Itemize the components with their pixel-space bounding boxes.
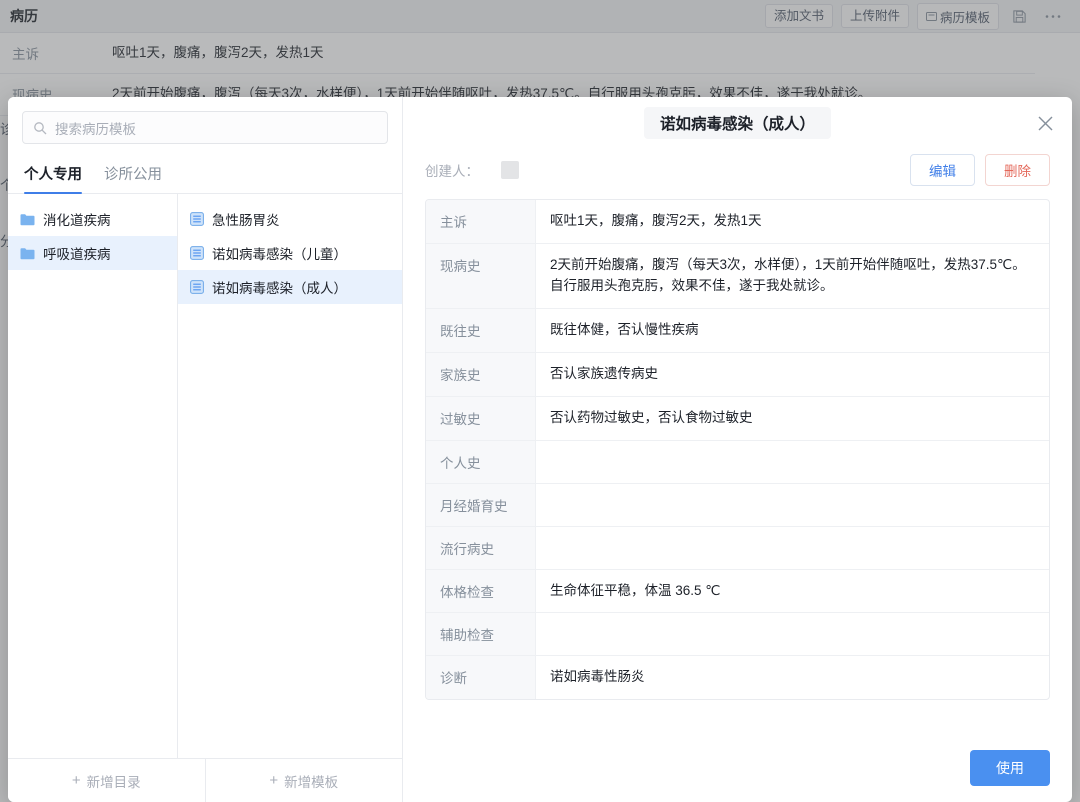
row-value: 2天前开始腹痛，腹泻（每天3次，水样便），1天前开始伴随呕吐，发热37.5℃。自… (550, 256, 1026, 293)
row-value: 生命体征平稳，体温 36.5 ℃ (550, 582, 721, 598)
plus-icon: + (71, 772, 81, 789)
table-row: 月经婚育史 (426, 483, 1049, 527)
table-row: 现病史 2天前开始腹痛，腹泻（每天3次，水样便），1天前开始伴随呕吐，发热37.… (426, 243, 1049, 309)
template-browser-pane: 搜索病历模板 个人专用 诊所公用 消化道疾病 呼吸道疾病 急性肠胃炎 诺如病毒感… (8, 97, 403, 802)
document-icon (190, 246, 204, 260)
template-item-label: 诺如病毒感染（成人） (212, 281, 347, 296)
table-row: 个人史 (426, 440, 1049, 484)
directory-item-respiratory[interactable]: 呼吸道疾病 (8, 236, 177, 270)
detail-body: 主诉 呕吐1天，腹痛，腹泻2天，发热1天 现病史 2天前开始腹痛，腹泻（每天3次… (403, 191, 1072, 734)
row-value: 否认药物过敏史，否认食物过敏史 (550, 409, 753, 425)
row-label: 体格检查 (426, 569, 536, 613)
row-label: 主诉 (426, 200, 536, 243)
document-icon (190, 280, 204, 294)
template-picker-dialog: 搜索病历模板 个人专用 诊所公用 消化道疾病 呼吸道疾病 急性肠胃炎 诺如病毒感… (8, 97, 1072, 802)
table-row: 辅助检查 (426, 613, 1049, 657)
table-row: 主诉 呕吐1天，腹痛，腹泻2天，发热1天 (426, 200, 1049, 244)
row-label: 流行病史 (426, 526, 536, 569)
row-value: 否认家族遗传病史 (550, 365, 658, 381)
row-label: 过敏史 (426, 396, 536, 440)
add-directory-button[interactable]: + 新增目录 (8, 759, 205, 802)
template-item-norovirus-adult[interactable]: 诺如病毒感染（成人） (178, 270, 402, 304)
detail-title: 诺如病毒感染（成人） (643, 107, 831, 139)
row-label: 现病史 (426, 243, 536, 308)
row-value: 呕吐1天，腹痛，腹泻2天，发热1天 (550, 213, 762, 228)
template-item-norovirus-child[interactable]: 诺如病毒感染（儿童） (178, 236, 402, 270)
directory-list: 消化道疾病 呼吸道疾病 (8, 194, 178, 758)
folder-icon (20, 247, 35, 260)
detail-table: 主诉 呕吐1天，腹痛，腹泻2天，发热1天 现病史 2天前开始腹痛，腹泻（每天3次… (425, 199, 1050, 701)
row-value (536, 441, 1049, 483)
use-template-button[interactable]: 使用 (970, 750, 1050, 786)
add-template-label: 新增模板 (284, 774, 339, 790)
row-label: 既往史 (426, 308, 536, 352)
search-icon (33, 121, 47, 135)
folder-icon (20, 213, 35, 226)
delete-button[interactable]: 删除 (985, 154, 1050, 186)
directory-item-label: 消化道疾病 (43, 213, 111, 228)
template-item-label: 急性肠胃炎 (212, 213, 280, 228)
add-directory-label: 新增目录 (86, 774, 141, 790)
row-label: 个人史 (426, 440, 536, 483)
row-value (536, 484, 1049, 526)
browser-columns: 消化道疾病 呼吸道疾病 急性肠胃炎 诺如病毒感染（儿童） 诺如病毒感染（成人） (8, 194, 402, 758)
document-icon (190, 212, 204, 226)
detail-footer: 使用 (403, 734, 1072, 802)
detail-actions: 编辑 删除 (910, 154, 1050, 186)
table-row: 体格检查 生命体征平稳，体温 36.5 ℃ (426, 569, 1049, 614)
row-label: 辅助检查 (426, 613, 536, 656)
template-scope-tabs: 个人专用 诊所公用 (8, 154, 402, 194)
table-row: 流行病史 (426, 526, 1049, 570)
table-row: 过敏史 否认药物过敏史，否认食物过敏史 (426, 396, 1049, 441)
row-label: 月经婚育史 (426, 483, 536, 526)
row-value (536, 527, 1049, 569)
search-placeholder: 搜索病历模板 (55, 121, 136, 137)
directory-item-digestive[interactable]: 消化道疾病 (8, 202, 177, 236)
table-row: 诊断 诺如病毒性肠炎 (426, 656, 1049, 700)
browser-footer: + 新增目录 + 新增模板 (8, 758, 402, 802)
table-row: 家族史 否认家族遗传病史 (426, 352, 1049, 397)
edit-button[interactable]: 编辑 (910, 154, 975, 186)
row-label: 家族史 (426, 352, 536, 396)
table-row: 既往史 既往体健，否认慢性疾病 (426, 308, 1049, 353)
detail-header: 诺如病毒感染（成人） (403, 97, 1072, 149)
row-value: 诺如病毒性肠炎 (550, 669, 645, 685)
search-input[interactable]: 搜索病历模板 (22, 111, 388, 144)
row-value: 既往体健，否认慢性疾病 (550, 321, 699, 337)
tab-personal[interactable]: 个人专用 (24, 163, 82, 194)
directory-item-label: 呼吸道疾病 (43, 247, 111, 262)
template-item-acute-gastroenteritis[interactable]: 急性肠胃炎 (178, 202, 402, 236)
template-item-label: 诺如病毒感染（儿童） (212, 247, 347, 262)
row-label: 诊断 (426, 656, 536, 700)
template-detail-pane: 诺如病毒感染（成人） 创建人： 编辑 删除 主诉 呕吐1天，腹痛，腹泻2天，发热… (403, 97, 1072, 802)
creator-label: 创建人： (425, 164, 479, 179)
creator-value-masked (501, 161, 519, 179)
tab-clinic-shared[interactable]: 诊所公用 (104, 163, 162, 193)
creator-row: 创建人： 编辑 删除 (403, 149, 1072, 191)
template-list: 急性肠胃炎 诺如病毒感染（儿童） 诺如病毒感染（成人） (178, 194, 402, 758)
close-icon[interactable] (1037, 115, 1054, 132)
add-template-button[interactable]: + 新增模板 (204, 759, 403, 802)
row-value (536, 613, 1049, 655)
search-section: 搜索病历模板 (8, 97, 402, 154)
plus-icon: + (269, 772, 279, 789)
